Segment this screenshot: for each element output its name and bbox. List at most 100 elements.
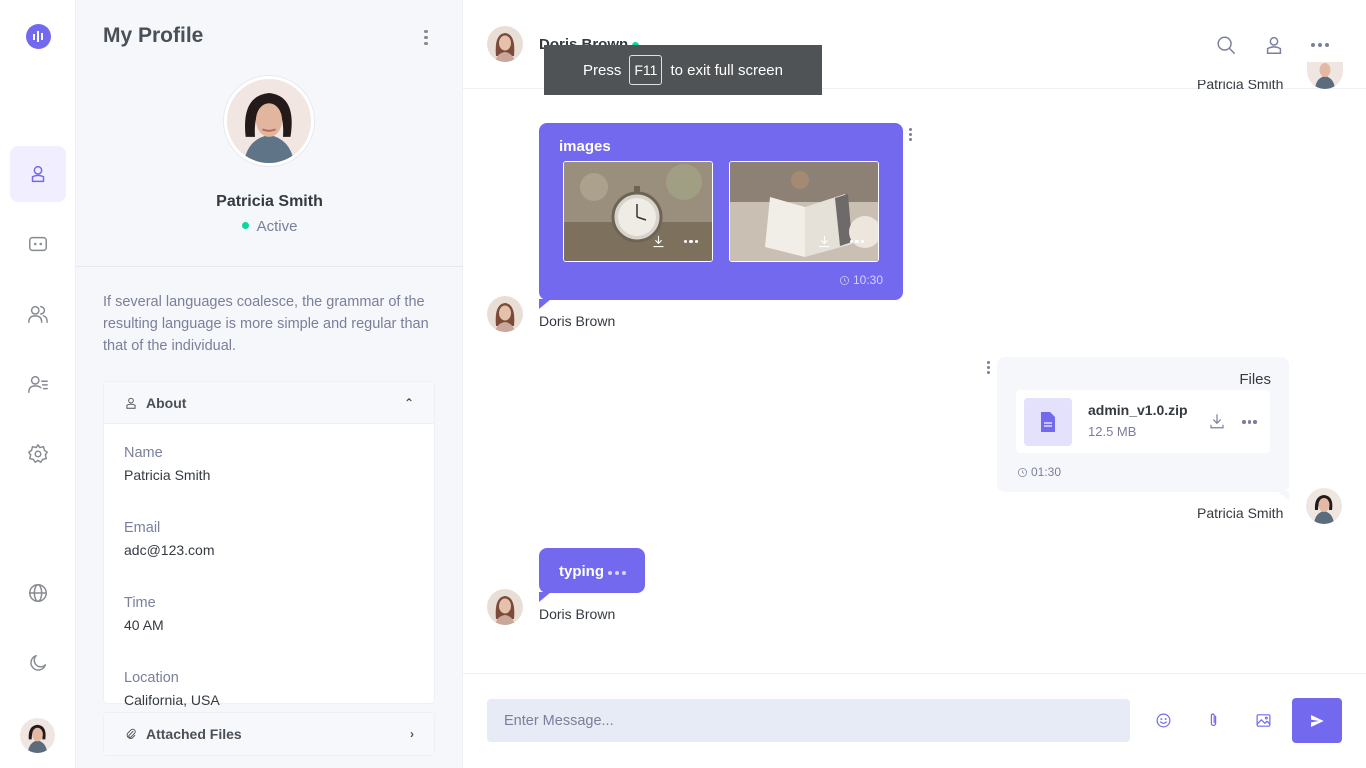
more-icon[interactable] [683,239,698,244]
attached-files-card: Attached Files › [103,712,435,756]
file-size: 12.5 MB [1088,424,1137,439]
fullscreen-press-text: Press [583,61,622,79]
clock-icon [1018,467,1027,477]
field-time: Time 40 AM [124,595,414,661]
field-value: 40 AM [124,617,164,633]
attached-files-header[interactable]: Attached Files › [104,713,434,755]
download-button[interactable] [1208,412,1226,430]
avatar-image [487,26,523,62]
more-icon[interactable] [1242,420,1257,424]
profile-button[interactable] [1263,34,1285,56]
file-message: Files admin_v1.0.zip 12.5 MB 01:30 [997,357,1289,501]
profile-panel: My Profile Patricia Smith Active If seve… [76,0,463,768]
field-label: Email [124,520,161,536]
emoji-button[interactable] [1152,709,1174,731]
nav-profile-button[interactable] [10,146,66,202]
field-name: Name Patricia Smith [124,445,414,511]
send-button[interactable] [1292,698,1342,743]
image-attachment[interactable] [563,161,713,262]
moon-icon [30,654,47,671]
nav-settings-button[interactable] [10,426,66,482]
profile-status: Active [76,218,463,235]
contact-avatar[interactable] [487,26,523,62]
user-avatar[interactable] [20,718,55,753]
more-icon[interactable] [849,239,864,244]
image-message: images 10:30 [539,123,903,309]
file-name: admin_v1.0.zip [1088,402,1188,418]
sender-avatar [1306,488,1342,524]
profile-options-icon[interactable] [420,27,432,47]
avatar-image [487,296,523,332]
message-title: Files [1239,371,1271,388]
user-icon [1266,36,1282,54]
fullscreen-notice: Press F11 to exit full screen [544,45,822,95]
nav-contacts-button[interactable] [10,356,66,412]
online-dot-icon [241,221,249,229]
chat-area: Doris Brown Patricia Smith images [463,0,1366,768]
fullscreen-key: F11 [629,55,663,85]
profile-title: My Profile [103,24,204,47]
avatar-image [487,589,523,625]
field-label: Name [124,445,163,461]
download-icon [1210,414,1224,429]
image-button[interactable] [1252,709,1274,731]
nav-chats-button[interactable] [10,216,66,272]
sender-avatar [487,296,523,332]
field-label: Time [124,595,156,611]
dark-mode-toggle[interactable] [10,635,66,691]
nav-groups-button[interactable] [10,286,66,342]
field-value: adc@123.com [124,542,215,558]
status-text: Active [256,218,298,235]
sender-name: Patricia Smith [1197,505,1284,521]
app-logo-icon[interactable] [26,24,51,49]
message-options-icon[interactable] [909,128,913,143]
message-title: images [559,138,611,155]
time-text: 01:30 [1031,465,1062,479]
message-time: 01:30 [1017,465,1061,479]
search-button[interactable] [1215,34,1237,56]
divider [76,266,463,267]
chat-app: My Profile Patricia Smith Active If seve… [0,0,1366,768]
gear-icon [28,444,48,463]
search-icon [1217,36,1235,54]
download-icon[interactable] [817,234,832,249]
image-icon [1256,713,1270,727]
contacts-icon [28,375,48,393]
message-time: 10:30 [839,273,883,287]
avatar-image [20,718,55,753]
field-label: Location [124,670,179,686]
profile-bio: If several languages coalesce, the gramm… [103,294,429,354]
about-header[interactable]: About ⌃ [104,382,434,424]
paperclip-icon [1210,713,1216,726]
clock-icon [839,275,849,285]
about-card: About ⌃ Name Patricia Smith Email adc@12… [103,381,435,708]
avatar-image [227,79,311,163]
bubble-tail [1277,491,1289,501]
time-text: 10:30 [852,273,883,287]
download-icon[interactable] [651,234,666,249]
language-button[interactable] [10,565,66,621]
globe-icon [29,584,47,602]
field-value: Patricia Smith [124,467,211,483]
file-icon [1024,398,1072,446]
user-icon [126,397,136,409]
image-attachment[interactable] [729,161,879,262]
bubble-tail [539,592,551,602]
side-menu [0,0,76,768]
sender-name: Doris Brown [539,313,616,329]
typing-dots-icon [608,571,626,575]
more-options-icon[interactable] [1311,43,1329,47]
field-email: Email adc@123.com [124,520,414,586]
message-input[interactable] [487,699,1130,742]
attached-files-label: Attached Files [146,726,242,742]
message-options-icon[interactable] [987,361,991,376]
attach-button[interactable] [1202,709,1224,731]
chevron-up-icon: ⌃ [403,395,414,410]
chevron-right-icon: › [410,727,414,741]
chat-input-bar [463,673,1366,768]
emoji-icon [1156,713,1170,727]
profile-avatar [224,76,314,166]
sender-name: Doris Brown [539,606,616,622]
sender-name: Patricia Smith [1197,80,1284,89]
send-icon [1311,714,1324,727]
